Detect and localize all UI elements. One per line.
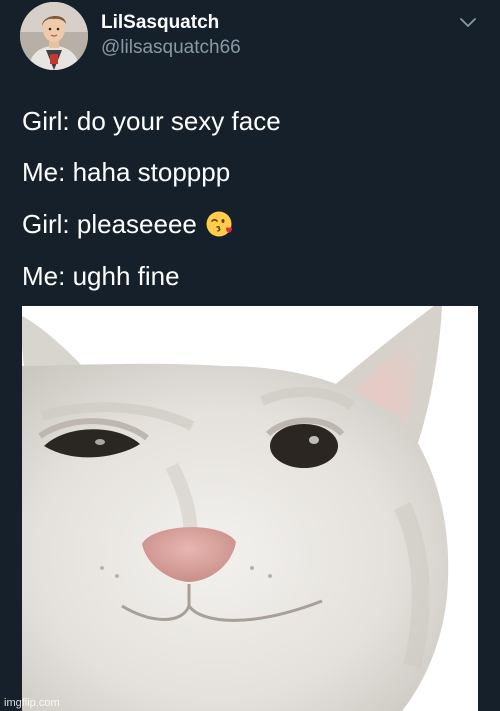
tweet-media-image[interactable] bbox=[22, 306, 478, 711]
imgflip-watermark: imgflip.com bbox=[4, 697, 60, 709]
tweet-text: Girl: pleaseeee bbox=[22, 209, 197, 239]
tweet-text-line-2: Me: haha stopppp bbox=[22, 157, 230, 187]
display-name[interactable]: LilSasquatch bbox=[101, 12, 219, 34]
tweet-card: LilSasquatch @lilsasquatch66 Girl: do yo… bbox=[0, 0, 500, 711]
user-handle[interactable]: @lilsasquatch66 bbox=[101, 37, 241, 59]
avatar[interactable] bbox=[20, 2, 88, 70]
tweet-text-line-1: Girl: do your sexy face bbox=[22, 106, 281, 136]
kissing-face-emoji-icon bbox=[205, 210, 233, 238]
tweet-text: Girl: do your sexy face bbox=[22, 106, 281, 136]
avatar-image bbox=[20, 2, 88, 70]
tweet-text-line-4: Me: ughh fine bbox=[22, 261, 180, 291]
chevron-down-icon[interactable] bbox=[459, 16, 477, 28]
tweet-text-line-3: Girl: pleaseeee bbox=[22, 209, 233, 239]
tweet-text: Me: haha stopppp bbox=[22, 157, 231, 187]
tweet-text: Me: ughh fine bbox=[22, 261, 180, 291]
cat-photo bbox=[22, 306, 478, 711]
